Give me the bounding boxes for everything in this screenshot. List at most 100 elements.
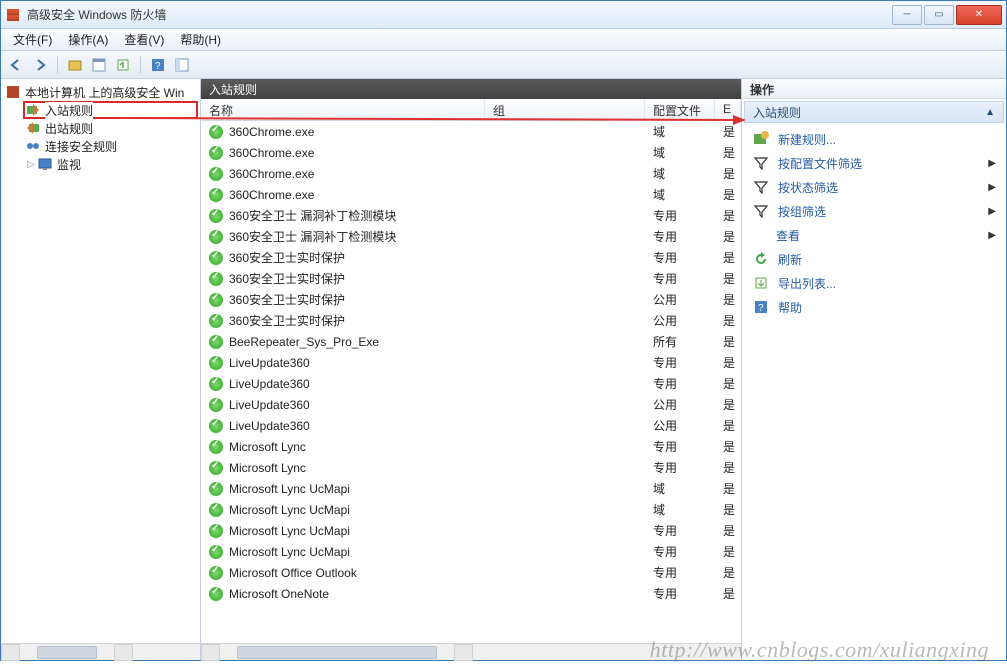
action-filter-profile[interactable]: 按配置文件筛选 ▶	[746, 151, 1002, 175]
table-row[interactable]: Microsoft Lync专用是	[201, 436, 741, 457]
minimize-button[interactable]: ─	[892, 5, 922, 25]
cell-name: 360安全卫士实时保护	[201, 249, 485, 266]
tree-conn-security[interactable]: 连接安全规则	[23, 137, 198, 155]
menu-file[interactable]: 文件(F)	[5, 29, 60, 50]
table-row[interactable]: 360安全卫士 漏洞补丁检测模块专用是	[201, 205, 741, 226]
col-profile[interactable]: 配置文件	[645, 99, 715, 120]
expand-icon[interactable]: ▷	[25, 159, 37, 170]
action-filter-state[interactable]: 按状态筛选 ▶	[746, 175, 1002, 199]
tree-outbound-rules[interactable]: 出站规则	[23, 119, 198, 137]
tree-scrollbar-h[interactable]	[1, 643, 200, 660]
allow-icon	[209, 167, 223, 181]
cell-e: 是	[715, 123, 741, 140]
allow-icon	[209, 125, 223, 139]
cell-e: 是	[715, 564, 741, 581]
actions-group-title[interactable]: 入站规则 ▲	[744, 101, 1004, 123]
table-row[interactable]: BeeRepeater_Sys_Pro_Exe所有是	[201, 331, 741, 352]
table-row[interactable]: Microsoft Lync UcMapi域是	[201, 499, 741, 520]
rule-name: BeeRepeater_Sys_Pro_Exe	[229, 335, 379, 349]
cell-profile: 域	[645, 144, 715, 161]
allow-icon	[209, 188, 223, 202]
action-new-rule-label: 新建规则...	[778, 131, 836, 148]
table-row[interactable]: 360安全卫士实时保护专用是	[201, 268, 741, 289]
rule-name: 360Chrome.exe	[229, 146, 314, 160]
submenu-arrow-icon: ▶	[988, 182, 996, 193]
cell-e: 是	[715, 417, 741, 434]
maximize-button[interactable]: ▭	[924, 5, 954, 25]
cell-profile: 域	[645, 501, 715, 518]
cell-e: 是	[715, 354, 741, 371]
col-name[interactable]: 名称	[201, 99, 485, 120]
action-view[interactable]: 查看 ▶	[746, 223, 1002, 247]
table-row[interactable]: 360安全卫士实时保护公用是	[201, 310, 741, 331]
nav-forward-button[interactable]	[29, 54, 51, 76]
tree-monitor-label: 监视	[57, 156, 81, 173]
nav-back-button[interactable]	[5, 54, 27, 76]
cell-profile: 专用	[645, 585, 715, 602]
rule-name: LiveUpdate360	[229, 377, 310, 391]
menu-action[interactable]: 操作(A)	[60, 29, 116, 50]
tree-root[interactable]: 本地计算机 上的高级安全 Win	[3, 83, 198, 101]
firewall-window: 高级安全 Windows 防火墙 ─ ▭ ✕ 文件(F) 操作(A) 查看(V)…	[0, 0, 1007, 661]
tb-icon-5[interactable]	[171, 54, 193, 76]
table-row[interactable]: LiveUpdate360公用是	[201, 415, 741, 436]
cell-name: 360安全卫士 漏洞补丁检测模块	[201, 207, 485, 224]
cell-e: 是	[715, 249, 741, 266]
cell-profile: 公用	[645, 291, 715, 308]
action-refresh[interactable]: 刷新	[746, 247, 1002, 271]
refresh-icon	[752, 250, 770, 268]
tree-inbound-rules[interactable]: 入站规则	[23, 101, 198, 119]
cell-profile: 所有	[645, 333, 715, 350]
table-row[interactable]: 360安全卫士实时保护专用是	[201, 247, 741, 268]
cell-name: 360Chrome.exe	[201, 188, 485, 202]
cell-profile: 专用	[645, 375, 715, 392]
close-button[interactable]: ✕	[956, 5, 1002, 25]
table-row[interactable]: 360安全卫士实时保护公用是	[201, 289, 741, 310]
cell-profile: 公用	[645, 312, 715, 329]
table-row[interactable]: 360Chrome.exe域是	[201, 121, 741, 142]
table-row[interactable]: Microsoft Lync UcMapi专用是	[201, 520, 741, 541]
tb-icon-1[interactable]	[64, 54, 86, 76]
rule-name: Microsoft Lync	[229, 440, 306, 454]
action-filter-group[interactable]: 按组筛选 ▶	[746, 199, 1002, 223]
table-row[interactable]: 360Chrome.exe域是	[201, 142, 741, 163]
rule-name: 360安全卫士 漏洞补丁检测模块	[229, 207, 396, 224]
cell-e: 是	[715, 522, 741, 539]
action-export[interactable]: 导出列表...	[746, 271, 1002, 295]
allow-icon	[209, 335, 223, 349]
table-row[interactable]: Microsoft OneNote专用是	[201, 583, 741, 604]
table-row[interactable]: Microsoft Lync UcMapi域是	[201, 478, 741, 499]
cell-name: 360Chrome.exe	[201, 125, 485, 139]
cell-name: 360安全卫士实时保护	[201, 312, 485, 329]
table-row[interactable]: Microsoft Lync UcMapi专用是	[201, 541, 741, 562]
allow-icon	[209, 461, 223, 475]
table-row[interactable]: LiveUpdate360 专用是	[201, 373, 741, 394]
col-group[interactable]: 组	[485, 99, 645, 120]
tb-help-icon[interactable]: ?	[147, 54, 169, 76]
table-row[interactable]: 360Chrome.exe域是	[201, 184, 741, 205]
table-row[interactable]: 360安全卫士 漏洞补丁检测模块专用是	[201, 226, 741, 247]
menu-help[interactable]: 帮助(H)	[172, 29, 229, 50]
rule-name: Microsoft Lync UcMapi	[229, 545, 350, 559]
actions-pane: 操作 入站规则 ▲ 新建规则... 按配置文件筛选 ▶ 按状态筛选 ▶	[742, 79, 1006, 660]
connsec-icon	[25, 138, 41, 154]
action-new-rule[interactable]: 新建规则...	[746, 127, 1002, 151]
table-row[interactable]: Microsoft Lync专用是	[201, 457, 741, 478]
cell-e: 是	[715, 375, 741, 392]
action-help[interactable]: ? 帮助	[746, 295, 1002, 319]
cell-name: LiveUpdate360	[201, 356, 485, 370]
table-row[interactable]: 360Chrome.exe域是	[201, 163, 741, 184]
allow-icon	[209, 545, 223, 559]
cell-name: Microsoft Lync UcMapi	[201, 524, 485, 538]
tb-icon-2[interactable]	[88, 54, 110, 76]
col-e[interactable]: E	[715, 99, 741, 120]
cell-e: 是	[715, 543, 741, 560]
tree-monitor[interactable]: ▷ 监视	[23, 155, 198, 173]
table-row[interactable]: LiveUpdate360公用是	[201, 394, 741, 415]
menu-view[interactable]: 查看(V)	[116, 29, 172, 50]
table-row[interactable]: Microsoft Office Outlook专用是	[201, 562, 741, 583]
rule-name: 360安全卫士 漏洞补丁检测模块	[229, 228, 396, 245]
tb-icon-3[interactable]	[112, 54, 134, 76]
allow-icon	[209, 272, 223, 286]
table-row[interactable]: LiveUpdate360专用是	[201, 352, 741, 373]
